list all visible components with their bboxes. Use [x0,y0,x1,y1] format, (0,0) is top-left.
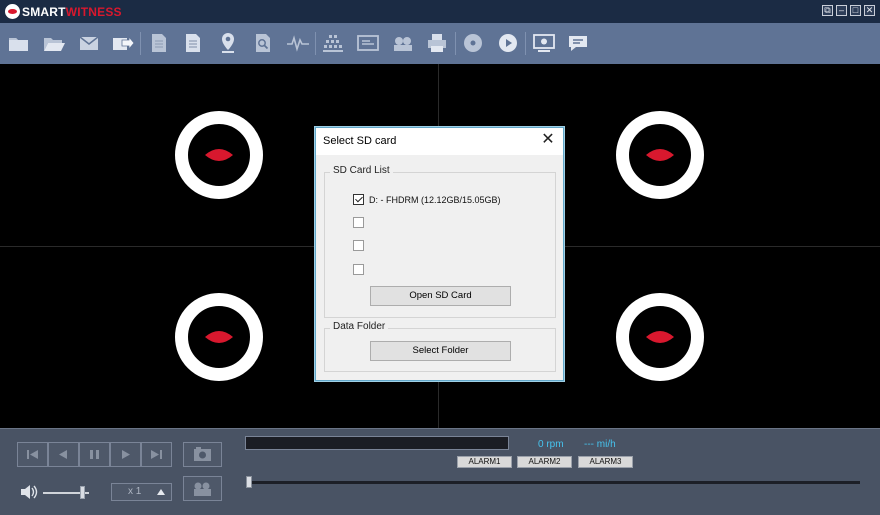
data-folder-group: Data Folder Select Folder [324,321,556,372]
app-logo: SMART WITNESS [5,3,122,20]
maximize-button[interactable]: □ [850,5,861,16]
sd-card-row[interactable]: D: - FHDRM (12.12GB/15.05GB) [353,193,501,206]
report-icon[interactable] [181,31,205,55]
channel-2-logo-icon [616,111,704,199]
skip-end-button[interactable] [141,442,172,467]
alarm1-button[interactable]: ALARM1 [457,456,512,468]
channel-1-logo-icon [175,111,263,199]
toolbar-separator [315,32,316,55]
dialog-title: Select SD card [323,135,397,147]
sd-card-checkbox[interactable] [353,264,364,275]
export-icon[interactable] [111,31,135,55]
title-bar: SMART WITNESS ⧉ – □ ✕ [0,0,880,23]
sd-card-row[interactable] [353,239,369,252]
document-icon[interactable] [147,31,171,55]
channel-3-logo-icon [175,293,263,381]
speed-readout: --- mi/h [584,439,616,450]
open-sd-card-button[interactable]: Open SD Card [370,286,511,306]
sd-card-row[interactable] [353,216,369,229]
skip-start-button[interactable] [17,442,48,467]
main-toolbar [0,23,880,65]
print-icon[interactable] [425,31,449,55]
speaker-icon[interactable] [19,483,39,501]
gsensor-graph-bar [245,436,509,450]
grid-icon[interactable] [321,31,345,55]
open-folder-icon[interactable] [7,31,31,55]
sd-card-label: D: - FHDRM (12.12GB/15.05GB) [369,194,501,205]
toolbar-separator [455,32,456,55]
monitor-settings-icon[interactable] [532,31,556,55]
playback-speed-select[interactable]: x 1 [111,483,172,501]
data-folder-label: Data Folder [330,321,389,332]
sd-card-checkbox[interactable] [353,217,364,228]
map-pin-icon[interactable] [216,31,240,55]
speed-up-arrow-icon[interactable] [157,489,165,495]
restore-window-button[interactable]: ⧉ [822,5,833,16]
dialog-title-bar: Select SD card ✕ [316,128,563,155]
pause-button[interactable] [79,442,110,467]
select-sd-card-dialog: Select SD card ✕ SD Card List D: - FHDRM… [315,127,564,381]
sd-card-list-label: SD Card List [330,165,393,176]
search-document-icon[interactable] [251,31,275,55]
alarm2-button[interactable]: ALARM2 [517,456,572,468]
dialog-close-button[interactable]: ✕ [540,132,556,148]
close-window-button[interactable]: ✕ [864,5,875,16]
sd-card-checkbox[interactable] [353,240,364,251]
step-back-button[interactable] [48,442,79,467]
toolbar-separator [525,32,526,55]
snapshot-button[interactable] [183,442,222,467]
alarm3-button[interactable]: ALARM3 [578,456,633,468]
film-icon[interactable] [391,31,415,55]
logo-text-witness: WITNESS [65,4,122,19]
video-clip-button[interactable] [183,476,222,501]
logo-icon [5,4,20,19]
minimize-button[interactable]: – [836,5,847,16]
logo-text-smart: SMART [22,4,66,19]
seek-bar-handle[interactable] [246,476,252,488]
open-file-icon[interactable] [42,31,66,55]
playback-panel: x 1 0 rpm --- mi/h ALARM1 ALARM2 ALARM3 [0,428,880,515]
channel-4-logo-icon [616,293,704,381]
chat-icon[interactable] [566,31,590,55]
disc-icon[interactable] [461,31,485,55]
waveform-icon[interactable] [286,31,310,55]
select-folder-button[interactable]: Select Folder [370,341,511,361]
volume-slider-handle[interactable] [79,486,85,499]
email-icon[interactable] [77,31,101,55]
play-circle-icon[interactable] [496,31,520,55]
toolbar-separator [140,32,141,55]
screen-list-icon[interactable] [356,31,380,55]
playback-speed-value: x 1 [128,486,142,497]
play-button[interactable] [110,442,141,467]
seek-bar-track[interactable] [247,481,860,484]
sd-card-list-group: SD Card List D: - FHDRM (12.12GB/15.05GB… [324,165,556,318]
sd-card-row[interactable] [353,263,369,276]
rpm-readout: 0 rpm [538,439,564,450]
sd-card-checkbox[interactable] [353,194,364,205]
